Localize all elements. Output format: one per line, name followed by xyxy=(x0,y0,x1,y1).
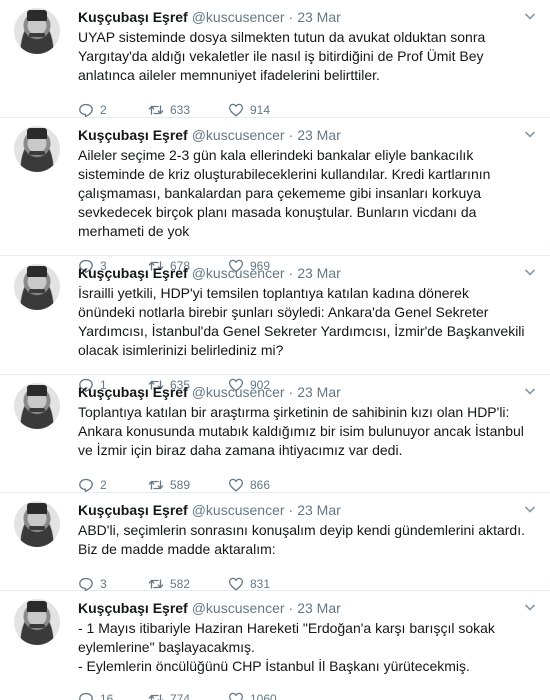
chevron-down-icon[interactable] xyxy=(524,503,536,515)
reply-icon xyxy=(79,478,93,493)
reply-button[interactable]: 2 xyxy=(78,102,148,118)
author-name[interactable]: Kuşçubaşı Eşref xyxy=(78,126,188,144)
retweet-button[interactable]: 589 xyxy=(148,477,228,493)
retweet-button[interactable]: 582 xyxy=(148,576,228,592)
tweet-text: İsrailli yetkili, HDP'yi temsilen toplan… xyxy=(78,285,525,358)
reply-count: 2 xyxy=(100,103,107,117)
separator-dot: · xyxy=(288,600,294,616)
tweet-header: Kuşçubaşı Eşref @kuscusencer · 23 Mar xyxy=(78,383,536,401)
retweet-icon xyxy=(148,480,164,490)
tweet-header: Kuşçubaşı Eşref @kuscusencer · 23 Mar xyxy=(78,8,536,26)
retweet-button[interactable]: 633 xyxy=(148,102,228,118)
profile-avatar[interactable] xyxy=(14,599,60,645)
timestamp[interactable]: 23 Mar xyxy=(297,126,341,144)
reply-icon xyxy=(79,103,93,118)
tweet-feed: Kuşçubaşı Eşref @kuscusencer · 23 Mar UY… xyxy=(0,0,550,700)
tweet-text-line: - 1 Mayıs itibariyle Haziran Hareketi "E… xyxy=(78,620,495,655)
reply-icon xyxy=(79,692,93,700)
profile-avatar[interactable] xyxy=(14,8,60,54)
like-button[interactable]: 1060 xyxy=(228,691,308,700)
tweet-text: - 1 Mayıs itibariyle Haziran Hareketi "E… xyxy=(78,619,536,676)
tweet[interactable]: Kuşçubaşı Eşref @kuscusencer · 23 Mar - … xyxy=(0,591,550,700)
retweet-button[interactable]: 774 xyxy=(148,691,228,700)
reply-button[interactable]: 3 xyxy=(78,576,148,592)
heart-icon xyxy=(228,103,244,117)
separator-dot: · xyxy=(288,9,294,25)
retweet-count: 774 xyxy=(170,692,191,700)
like-button[interactable]: 831 xyxy=(228,576,308,592)
profile-avatar[interactable] xyxy=(14,501,60,547)
retweet-count: 633 xyxy=(170,103,191,117)
retweet-count: 582 xyxy=(170,577,191,591)
reply-count: 3 xyxy=(100,577,107,591)
heart-icon xyxy=(228,692,244,700)
retweet-icon xyxy=(148,105,164,115)
reply-count: 2 xyxy=(100,478,107,492)
timestamp[interactable]: 23 Mar xyxy=(297,599,341,617)
author-handle[interactable]: @kuscusencer xyxy=(192,8,285,26)
tweet[interactable]: Kuşçubaşı Eşref @kuscusencer · 23 Mar AB… xyxy=(0,493,550,592)
tweet-text: Aileler seçime 2-3 gün kala ellerindeki … xyxy=(78,147,491,239)
reply-icon xyxy=(79,577,93,592)
tweet-header: Kuşçubaşı Eşref @kuscusencer · 23 Mar xyxy=(78,501,536,519)
chevron-down-icon[interactable] xyxy=(524,128,536,140)
separator-dot: · xyxy=(288,265,294,281)
retweet-icon xyxy=(148,579,164,589)
author-handle[interactable]: @kuscusencer xyxy=(192,501,285,519)
tweet-text: Toplantıya katılan bir araştırma şirketi… xyxy=(78,404,524,458)
timestamp[interactable]: 23 Mar xyxy=(297,264,341,282)
tweet[interactable]: Kuşçubaşı Eşref @kuscusencer · 23 Mar Ai… xyxy=(0,118,550,274)
tweet-text-line: - Eylemlerin öncülüğünü CHP İstanbul İl … xyxy=(78,658,470,674)
author-name[interactable]: Kuşçubaşı Eşref xyxy=(78,8,188,26)
like-count: 914 xyxy=(250,103,271,117)
author-handle[interactable]: @kuscusencer xyxy=(192,599,285,617)
author-name[interactable]: Kuşçubaşı Eşref xyxy=(78,501,188,519)
chevron-down-icon[interactable] xyxy=(524,601,536,613)
separator-dot: · xyxy=(288,502,294,518)
reply-button[interactable]: 16 xyxy=(78,691,148,700)
profile-avatar[interactable] xyxy=(14,126,60,172)
tweet-header: Kuşçubaşı Eşref @kuscusencer · 23 Mar xyxy=(78,126,536,144)
author-handle[interactable]: @kuscusencer xyxy=(192,264,285,282)
tweet[interactable]: Kuşçubaşı Eşref @kuscusencer · 23 Mar İs… xyxy=(0,256,550,393)
like-count: 1060 xyxy=(250,692,277,700)
reply-button[interactable]: 2 xyxy=(78,477,148,493)
heart-icon xyxy=(228,478,244,492)
retweet-count: 589 xyxy=(170,478,191,492)
chevron-down-icon[interactable] xyxy=(524,10,536,22)
author-name[interactable]: Kuşçubaşı Eşref xyxy=(78,599,188,617)
separator-dot: · xyxy=(288,127,294,143)
like-button[interactable]: 914 xyxy=(228,102,308,118)
tweet-header: Kuşçubaşı Eşref @kuscusencer · 23 Mar xyxy=(78,599,536,617)
profile-avatar[interactable] xyxy=(14,264,60,310)
author-handle[interactable]: @kuscusencer xyxy=(192,126,285,144)
tweet-header: Kuşçubaşı Eşref @kuscusencer · 23 Mar xyxy=(78,264,536,282)
chevron-down-icon[interactable] xyxy=(524,266,536,278)
profile-avatar[interactable] xyxy=(14,383,60,429)
like-button[interactable]: 866 xyxy=(228,477,308,493)
timestamp[interactable]: 23 Mar xyxy=(297,501,341,519)
reply-count: 16 xyxy=(100,692,114,700)
like-count: 831 xyxy=(250,577,271,591)
like-count: 866 xyxy=(250,478,271,492)
tweet[interactable]: Kuşçubaşı Eşref @kuscusencer · 23 Mar To… xyxy=(0,375,550,493)
tweet[interactable]: Kuşçubaşı Eşref @kuscusencer · 23 Mar UY… xyxy=(0,0,550,118)
timestamp[interactable]: 23 Mar xyxy=(297,383,341,401)
tweet-actions: 16 774 1060 xyxy=(78,685,536,700)
separator-dot: · xyxy=(288,384,294,400)
author-name[interactable]: Kuşçubaşı Eşref xyxy=(78,383,188,401)
tweet-text: UYAP sisteminde dosya silmekten tutun da… xyxy=(78,29,486,83)
author-name[interactable]: Kuşçubaşı Eşref xyxy=(78,264,188,282)
retweet-icon xyxy=(148,694,164,700)
timestamp[interactable]: 23 Mar xyxy=(297,8,341,26)
author-handle[interactable]: @kuscusencer xyxy=(192,383,285,401)
heart-icon xyxy=(228,577,244,591)
chevron-down-icon[interactable] xyxy=(524,385,536,397)
tweet-text: ABD'li, seçimlerin sonrasını konuşalım d… xyxy=(78,522,525,557)
